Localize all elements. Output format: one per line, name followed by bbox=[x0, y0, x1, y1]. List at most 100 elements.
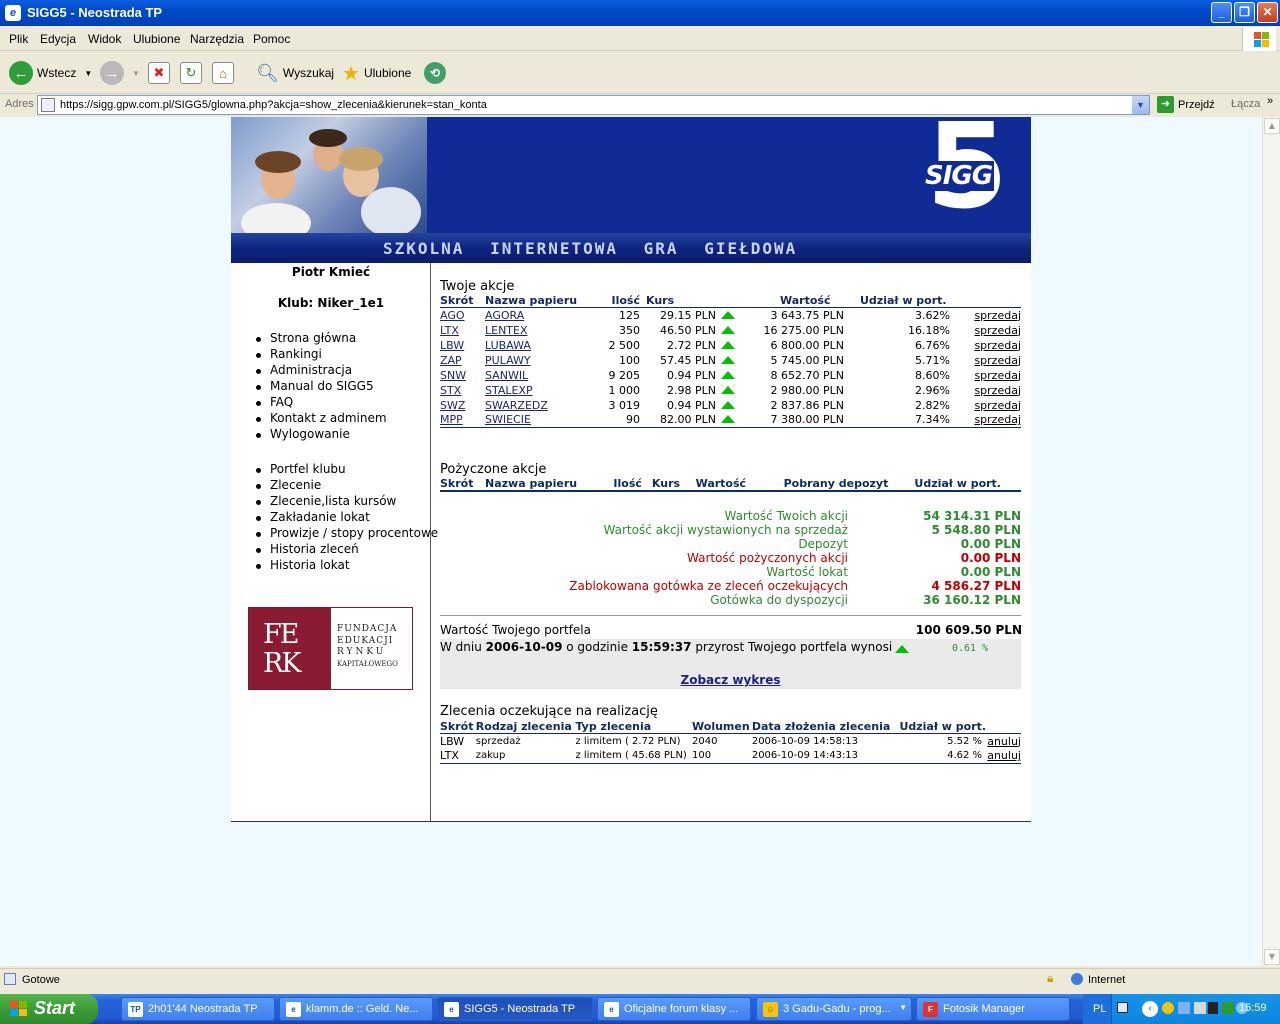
menu-view[interactable]: Widok bbox=[88, 32, 121, 46]
sell-link[interactable]: sprzedaj bbox=[956, 412, 1021, 428]
links-button[interactable]: Łącza bbox=[1231, 98, 1260, 110]
menu-order-link[interactable]: Zlecenie bbox=[256, 478, 438, 494]
stock-price: 2.72 PLN bbox=[667, 338, 716, 352]
stock-symbol-link[interactable]: SNW bbox=[440, 368, 485, 383]
sell-link[interactable]: sprzedaj bbox=[956, 323, 1021, 338]
banner-tagline: SZKOLNA INTERNETOWA GRA GIEŁDOWA bbox=[383, 239, 798, 258]
menu-club-portfolio-link[interactable]: Portfel klubu bbox=[256, 462, 438, 478]
stock-row: MPP SWIECIE 90 82.00 PLN 7 380.00 PLN 7.34% sp… bbox=[440, 412, 1021, 428]
maximize-button[interactable]: ❐ bbox=[1234, 2, 1255, 23]
stock-symbol-link[interactable]: STX bbox=[440, 383, 485, 398]
order-cell: 2040 bbox=[692, 735, 718, 747]
menu-order-quotes-link[interactable]: Zlecenie,lista kursów bbox=[256, 494, 438, 510]
tray-app-icon[interactable] bbox=[1162, 1002, 1174, 1014]
toolbar-overflow-icon[interactable]: » bbox=[1267, 95, 1273, 107]
menu-commissions-link[interactable]: Prowizje / stopy procentowe bbox=[256, 526, 438, 542]
stock-name-link[interactable]: SWARZEDZ bbox=[485, 398, 588, 413]
keyboard-icon[interactable] bbox=[1117, 1002, 1128, 1013]
history-button[interactable]: ⟲ bbox=[424, 60, 446, 86]
stock-symbol-link[interactable]: ZAP bbox=[440, 353, 485, 368]
menu-help[interactable]: Pomoc bbox=[253, 32, 290, 46]
summary-value: 54 314.31 PLN bbox=[923, 509, 1021, 523]
stock-symbol-link[interactable]: AGO bbox=[440, 308, 485, 323]
back-button[interactable]: ← Wstecz ▼ bbox=[9, 60, 92, 86]
stock-name-link[interactable]: STALEXP bbox=[485, 383, 588, 398]
start-label: Start bbox=[34, 998, 76, 1018]
language-bar[interactable]: PL bbox=[1083, 994, 1111, 1024]
tray-icon-3[interactable] bbox=[1208, 1002, 1218, 1014]
tray-icon-4[interactable] bbox=[1222, 1002, 1234, 1014]
sell-link[interactable]: sprzedaj bbox=[956, 398, 1021, 413]
search-button[interactable]: 🔍︎ Wyszukaj bbox=[256, 60, 334, 86]
stock-symbol-link[interactable]: MPP bbox=[440, 412, 485, 428]
stock-name-link[interactable]: SANWIL bbox=[485, 368, 588, 383]
favorites-button[interactable]: ★ Ulubione bbox=[342, 60, 411, 86]
address-input[interactable]: https://sigg.gpw.com.pl/SIGG5/glowna.php… bbox=[37, 95, 1150, 115]
back-dropdown-icon[interactable]: ▼ bbox=[84, 69, 92, 78]
tray-icon-2[interactable] bbox=[1194, 1002, 1206, 1014]
stocks-header: Ilość bbox=[588, 294, 646, 308]
task-forum[interactable]: e Oficjalne forum klasy ... bbox=[597, 997, 751, 1021]
stock-symbol-link[interactable]: LTX bbox=[440, 323, 485, 338]
forward-button[interactable]: → ▼ bbox=[100, 60, 140, 86]
vertical-scrollbar[interactable]: ▲ ▼ bbox=[1262, 117, 1280, 966]
cancel-order-link[interactable]: anuluj bbox=[986, 748, 1021, 764]
go-button[interactable]: ➜ Przejdź bbox=[1157, 96, 1215, 113]
menu-logout-link[interactable]: Wylogowanie bbox=[256, 427, 387, 443]
task-fotosik[interactable]: F Fotosik Manager bbox=[916, 997, 1070, 1021]
scroll-up-icon[interactable]: ▲ bbox=[1264, 118, 1280, 134]
sell-link[interactable]: sprzedaj bbox=[956, 383, 1021, 398]
sell-link[interactable]: sprzedaj bbox=[956, 368, 1021, 383]
scroll-down-icon[interactable]: ▼ bbox=[1264, 949, 1280, 965]
menu-admin-link[interactable]: Administracja bbox=[256, 363, 387, 379]
sell-link[interactable]: sprzedaj bbox=[956, 308, 1021, 323]
stock-name-link[interactable]: AGORA bbox=[485, 308, 588, 323]
stop-button[interactable]: ✖ bbox=[148, 60, 170, 86]
menu-rankings-link[interactable]: Rankingi bbox=[256, 347, 387, 363]
task-sigg5[interactable]: e SIGG5 - Neostrada TP bbox=[437, 997, 593, 1021]
orders-table: Skrót Rodzaj zlecenia Typ zlecenia Wolumen D… bbox=[440, 720, 1021, 764]
menu-order-history-link[interactable]: Historia zleceń bbox=[256, 542, 438, 558]
menu-contact-link[interactable]: Kontakt z adminem bbox=[256, 411, 387, 427]
task-klamm[interactable]: e klamm.de :: Geld. Ne... bbox=[279, 997, 433, 1021]
menu-deposit-history-link[interactable]: Historia lokat bbox=[256, 558, 438, 574]
close-button[interactable]: ✕ bbox=[1257, 2, 1278, 23]
web-content: 5 SIGG SZKOLNA INTERNETOWA GRA GIEŁDOWA … bbox=[0, 117, 1262, 966]
address-bar: Adres https://sigg.gpw.com.pl/SIGG5/glow… bbox=[0, 94, 1280, 117]
chart-link[interactable]: Zobacz wykres bbox=[440, 673, 1021, 687]
menu-file[interactable]: Plik bbox=[9, 32, 28, 46]
task-neostrada-timer[interactable]: TP 2h01'44 Neostrada TP bbox=[121, 997, 275, 1021]
stock-name-link[interactable]: LENTEX bbox=[485, 323, 588, 338]
stock-name-link[interactable]: SWIECIE bbox=[485, 412, 588, 428]
menu-deposits-link[interactable]: Zakładanie lokat bbox=[256, 510, 438, 526]
start-button[interactable]: Start bbox=[0, 994, 98, 1024]
stock-symbol-link[interactable]: SWZ bbox=[440, 398, 485, 413]
banner: 5 SIGG SZKOLNA INTERNETOWA GRA GIEŁDOWA bbox=[231, 117, 1031, 263]
task-gadu-gadu[interactable]: ☺ 3 Gadu-Gadu - prog... ▼ bbox=[756, 997, 912, 1021]
menu-edit[interactable]: Edycja bbox=[40, 32, 76, 46]
menu-tools[interactable]: Narzędzia bbox=[190, 32, 244, 46]
stock-symbol-link[interactable]: LBW bbox=[440, 338, 485, 353]
ferk-logo[interactable]: FE RK FUNDACJA EDUKACJI RYNKU KAPITAŁOWEG… bbox=[248, 607, 413, 690]
forward-dropdown-icon[interactable]: ▼ bbox=[132, 69, 140, 78]
stock-name-link[interactable]: PULAWY bbox=[485, 353, 588, 368]
menu-manual-link[interactable]: Manual do SIGG5 bbox=[256, 379, 387, 395]
address-dropdown-icon[interactable]: ▼ bbox=[1132, 96, 1149, 114]
language-label: PL bbox=[1093, 1003, 1107, 1015]
cancel-order-link[interactable]: anuluj bbox=[986, 734, 1021, 749]
internet-zone-icon bbox=[1071, 973, 1083, 985]
stock-value: 8 652.70 PLN bbox=[770, 368, 844, 382]
sell-link[interactable]: sprzedaj bbox=[956, 353, 1021, 368]
sell-link[interactable]: sprzedaj bbox=[956, 338, 1021, 353]
stock-name-link[interactable]: LUBAWA bbox=[485, 338, 588, 353]
refresh-button[interactable]: ↻ bbox=[180, 60, 202, 86]
menu-home-link[interactable]: Strona główna bbox=[256, 331, 387, 347]
menu-favorites[interactable]: Ulubione bbox=[133, 32, 180, 46]
tray-expand-icon[interactable]: ‹ bbox=[1142, 1001, 1158, 1017]
zone-label: Internet bbox=[1088, 974, 1126, 986]
main-panel: Twoje akcje Skrót Nazwa papieru Ilość Kurs W… bbox=[440, 263, 1022, 822]
home-button[interactable]: ⌂ bbox=[212, 60, 234, 86]
network-icon[interactable] bbox=[1178, 1002, 1190, 1014]
minimize-button[interactable]: _ bbox=[1211, 2, 1232, 23]
menu-faq-link[interactable]: FAQ bbox=[256, 395, 387, 411]
